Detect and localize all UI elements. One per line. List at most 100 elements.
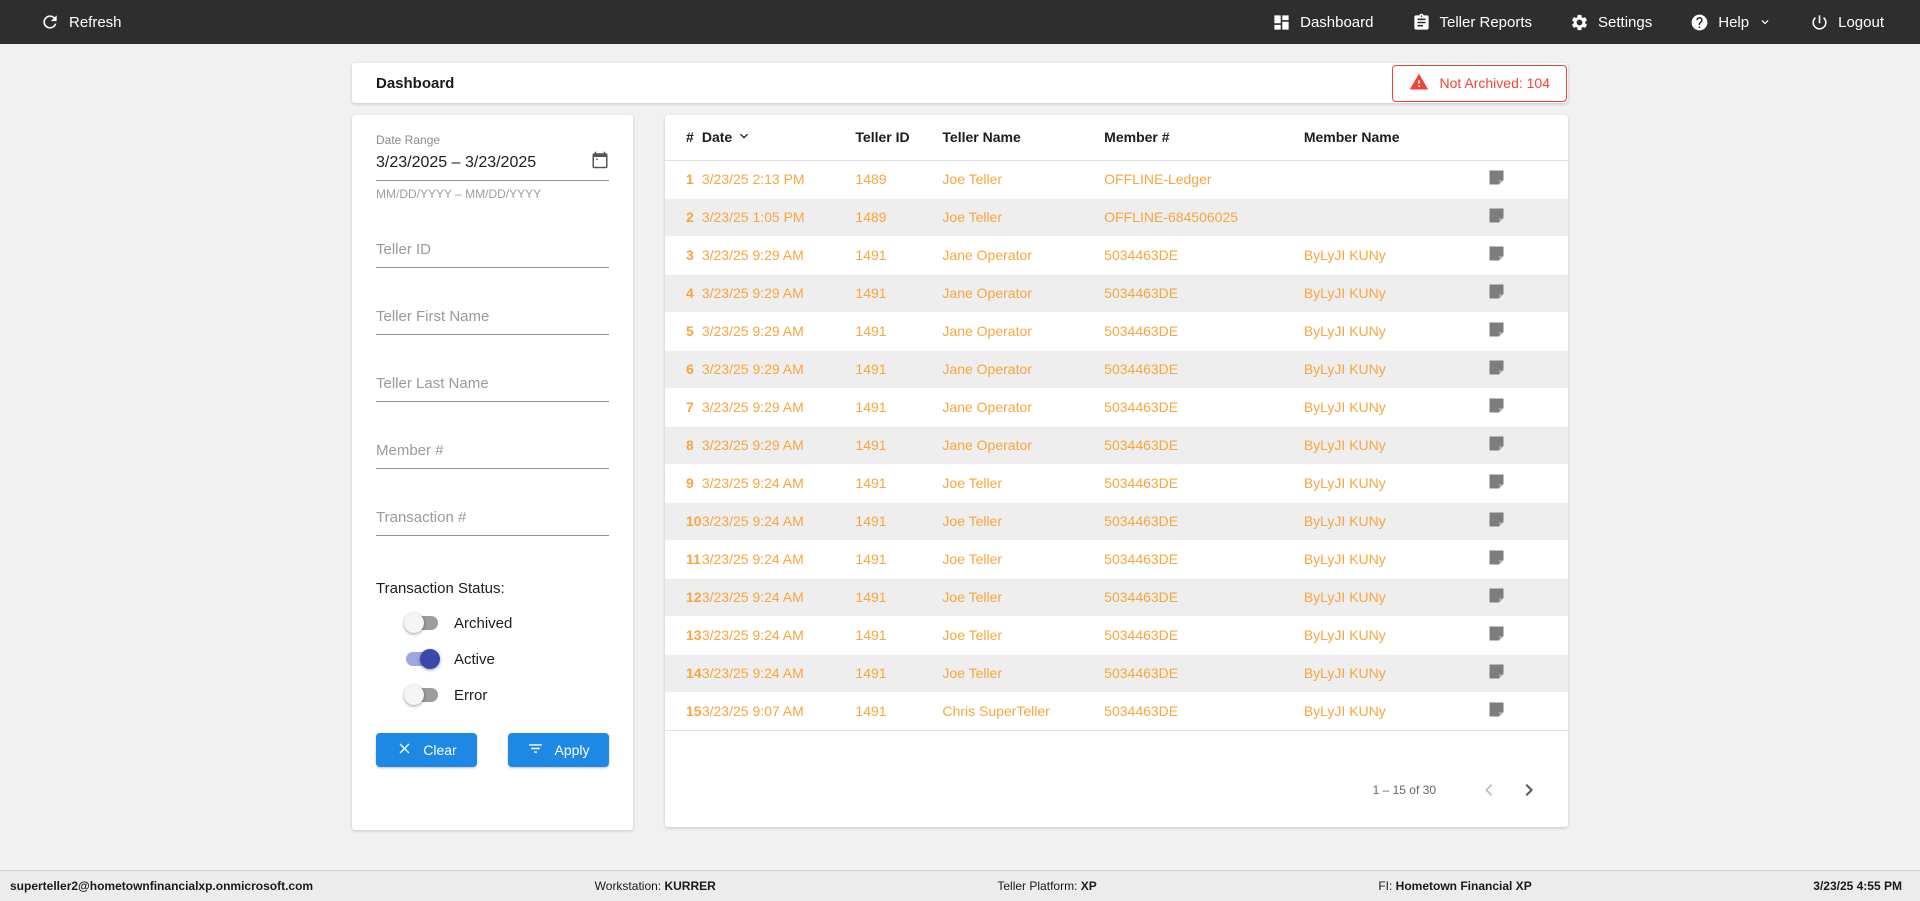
note-icon[interactable] — [1486, 585, 1568, 609]
nav-help-label: Help — [1718, 13, 1750, 31]
fi-info: FI: Hometown Financial XP — [1378, 879, 1532, 893]
nav-dashboard[interactable]: Dashboard — [1272, 13, 1374, 32]
note-icon[interactable] — [1486, 547, 1568, 571]
note-icon[interactable] — [1486, 509, 1568, 533]
nav-settings-label: Settings — [1598, 13, 1653, 31]
status-datetime: 3/23/25 4:55 PM — [1813, 879, 1902, 893]
note-icon[interactable] — [1486, 699, 1568, 723]
transactions-table: # Date Teller ID Teller Name Member # Me… — [665, 115, 1568, 731]
note-icon[interactable] — [1486, 433, 1568, 457]
note-icon[interactable] — [1486, 167, 1568, 191]
top-bar: Refresh Dashboard Teller Reports Setting… — [0, 0, 1920, 44]
status-bar: superteller2@hometownfinancialxp.onmicro… — [0, 870, 1920, 901]
col-header-member-name[interactable]: Member Name — [1304, 115, 1478, 160]
date-range-helper: MM/DD/YYYY – MM/DD/YYYY — [376, 187, 542, 201]
table-row[interactable]: 9 3/23/25 9:24 AM 1491 Joe Teller 503446… — [665, 464, 1568, 502]
chevron-down-icon — [1758, 15, 1772, 29]
archived-label: Archived — [454, 614, 513, 632]
note-icon[interactable] — [1486, 319, 1568, 343]
col-header-teller-name[interactable]: Teller Name — [942, 115, 1104, 160]
col-header-teller-id[interactable]: Teller ID — [855, 115, 942, 160]
table-row[interactable]: 7 3/23/25 9:29 AM 1491 Jane Operator 503… — [665, 388, 1568, 426]
not-archived-label: Not Archived: 104 — [1439, 75, 1550, 91]
table-row[interactable]: 14 3/23/25 9:24 AM 1491 Joe Teller 50344… — [665, 654, 1568, 692]
table-row[interactable]: 1 3/23/25 2:13 PM 1489 Joe Teller OFFLIN… — [665, 160, 1568, 198]
table-row[interactable]: 6 3/23/25 9:29 AM 1491 Jane Operator 503… — [665, 350, 1568, 388]
table-row[interactable]: 4 3/23/25 9:29 AM 1491 Jane Operator 503… — [665, 274, 1568, 312]
nav-teller-reports[interactable]: Teller Reports — [1412, 13, 1533, 32]
table-row[interactable]: 10 3/23/25 9:24 AM 1491 Joe Teller 50344… — [665, 502, 1568, 540]
table-row[interactable]: 13 3/23/25 9:24 AM 1491 Joe Teller 50344… — [665, 616, 1568, 654]
note-icon[interactable] — [1486, 471, 1568, 495]
page-header: Dashboard Not Archived: 104 — [352, 63, 1568, 103]
col-header-member-num[interactable]: Member # — [1104, 115, 1304, 160]
date-range-field[interactable]: Date Range 3/23/2025 – 3/23/2025 MM/DD/Y… — [376, 133, 609, 201]
toggle-error[interactable]: Error — [404, 685, 609, 705]
active-switch[interactable] — [404, 649, 440, 669]
logged-in-user: superteller2@hometownfinancialxp.onmicro… — [10, 879, 314, 893]
not-archived-badge[interactable]: Not Archived: 104 — [1392, 64, 1567, 102]
nav-help[interactable]: Help — [1690, 13, 1772, 32]
toggle-archived[interactable]: Archived — [404, 613, 609, 633]
member-number-input[interactable] — [376, 436, 609, 469]
clear-label: Clear — [423, 742, 457, 758]
content-area: Dashboard Not Archived: 104 Date Range 3… — [0, 44, 1920, 870]
dashboard-icon — [1272, 13, 1291, 32]
reports-icon — [1412, 13, 1431, 32]
table-row[interactable]: 5 3/23/25 9:29 AM 1491 Jane Operator 503… — [665, 312, 1568, 350]
apply-label: Apply — [554, 742, 590, 758]
table-header-row: # Date Teller ID Teller Name Member # Me… — [665, 115, 1568, 160]
table-row[interactable]: 15 3/23/25 9:07 AM 1491 Chris SuperTelle… — [665, 692, 1568, 730]
transaction-status-label: Transaction Status: — [376, 580, 505, 597]
note-icon[interactable] — [1486, 281, 1568, 305]
active-label: Active — [454, 650, 495, 668]
apply-button[interactable]: Apply — [508, 733, 609, 767]
note-icon[interactable] — [1486, 205, 1568, 229]
note-icon[interactable] — [1486, 661, 1568, 685]
nav-logout-label: Logout — [1838, 13, 1884, 31]
platform-info: Teller Platform: XP — [997, 879, 1097, 893]
note-icon[interactable] — [1486, 395, 1568, 419]
col-header-note — [1478, 115, 1568, 160]
error-label: Error — [454, 686, 488, 704]
workstation-info: Workstation: KURRER — [594, 879, 716, 893]
note-icon[interactable] — [1486, 623, 1568, 647]
table-row[interactable]: 12 3/23/25 9:24 AM 1491 Joe Teller 50344… — [665, 578, 1568, 616]
logout-icon — [1810, 13, 1829, 32]
pagination-range: 1 – 15 of 30 — [1372, 783, 1436, 797]
note-icon[interactable] — [1486, 243, 1568, 267]
pagination: 1 – 15 of 30 — [1373, 777, 1542, 803]
error-switch[interactable] — [404, 685, 440, 705]
table-row[interactable]: 8 3/23/25 9:29 AM 1491 Jane Operator 503… — [665, 426, 1568, 464]
nav-settings[interactable]: Settings — [1570, 13, 1652, 32]
table-row[interactable]: 11 3/23/25 9:24 AM 1491 Joe Teller 50344… — [665, 540, 1568, 578]
teller-first-name-input[interactable] — [376, 302, 609, 335]
note-icon[interactable] — [1486, 357, 1568, 381]
nav-dashboard-label: Dashboard — [1300, 13, 1374, 31]
previous-page-button[interactable] — [1476, 777, 1502, 803]
close-icon — [396, 740, 413, 760]
toggle-active[interactable]: Active — [404, 649, 609, 669]
transaction-number-input[interactable] — [376, 503, 609, 536]
sort-desc-icon — [736, 128, 752, 147]
col-header-date[interactable]: Date — [702, 115, 856, 160]
table-row[interactable]: 2 3/23/25 1:05 PM 1489 Joe Teller OFFLIN… — [665, 198, 1568, 236]
refresh-icon — [40, 12, 60, 32]
archived-switch[interactable] — [404, 613, 440, 633]
warning-icon — [1409, 72, 1429, 95]
refresh-button[interactable]: Refresh — [40, 12, 122, 32]
calendar-icon[interactable] — [591, 151, 609, 174]
settings-icon — [1570, 13, 1589, 32]
nav-teller-reports-label: Teller Reports — [1439, 13, 1533, 31]
filter-icon — [527, 740, 544, 760]
teller-id-input[interactable] — [376, 235, 609, 268]
page-title: Dashboard — [376, 74, 455, 92]
clear-button[interactable]: Clear — [376, 733, 477, 767]
date-range-value[interactable]: 3/23/2025 – 3/23/2025 — [376, 154, 536, 172]
teller-last-name-input[interactable] — [376, 369, 609, 402]
nav-logout[interactable]: Logout — [1810, 13, 1884, 32]
next-page-button[interactable] — [1516, 777, 1542, 803]
col-header-num[interactable]: # — [665, 115, 702, 160]
filter-panel: Date Range 3/23/2025 – 3/23/2025 MM/DD/Y… — [352, 115, 633, 830]
table-row[interactable]: 3 3/23/25 9:29 AM 1491 Jane Operator 503… — [665, 236, 1568, 274]
